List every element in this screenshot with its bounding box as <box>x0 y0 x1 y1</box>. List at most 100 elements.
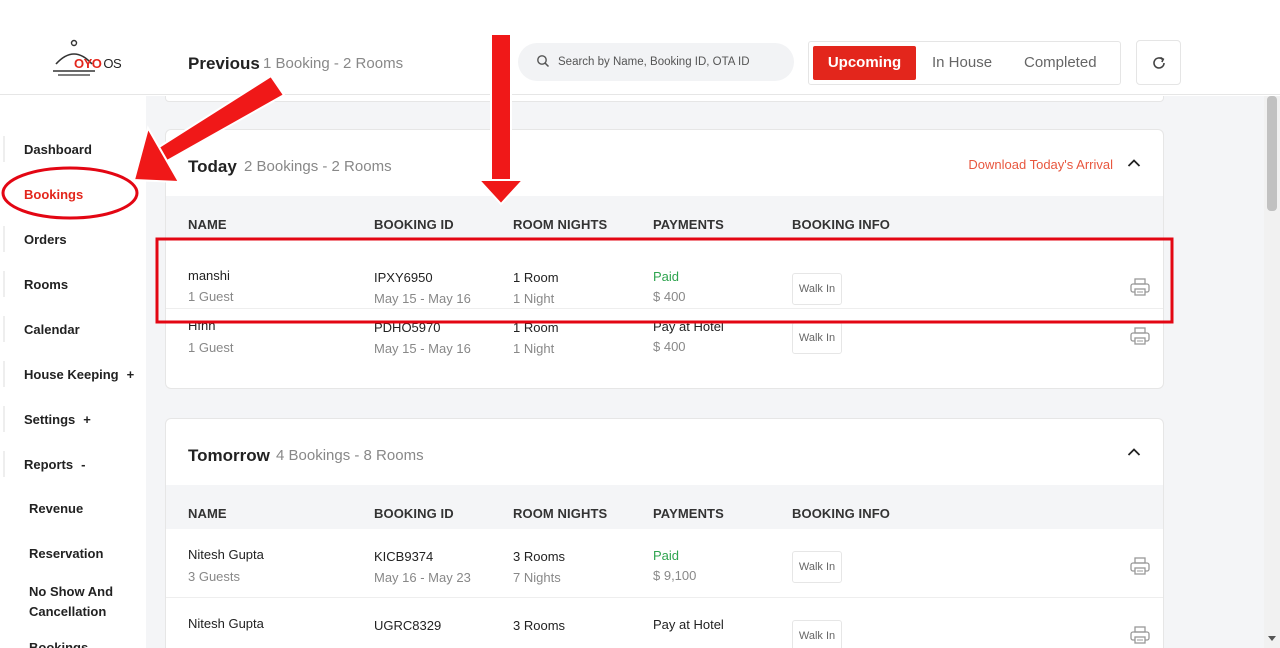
room-count: 1 Room <box>513 320 559 335</box>
payment-status: Paid <box>653 548 680 563</box>
nav-indicator <box>3 226 5 252</box>
sidebar-item-label: Reports <box>24 457 74 472</box>
scrollbar-thumb[interactable] <box>1267 96 1277 211</box>
main-content: Today 2 Bookings - 2 Rooms Download Toda… <box>146 96 1280 648</box>
table-header: NAME BOOKING ID ROOM NIGHTS PAYMENTS BOO… <box>166 196 1163 240</box>
column-booking-id: BOOKING ID <box>374 217 454 232</box>
payment-status: Pay at Hotel <box>653 319 724 334</box>
card-header[interactable]: Tomorrow 4 Bookings - 8 Rooms <box>166 419 1163 485</box>
booking-id: KICB9374 <box>374 549 434 564</box>
card-title: Today <box>188 157 237 176</box>
column-booking-info: BOOKING INFO <box>792 506 890 521</box>
table-row[interactable]: manshi 1 Guest IPXY6950 May 15 - May 16 … <box>166 240 1163 309</box>
printer-icon[interactable] <box>1130 278 1150 296</box>
table-row[interactable]: Nitesh Gupta UGRC8329 3 Rooms Pay at Hot… <box>166 598 1163 648</box>
logo-suffix: OS <box>103 56 122 71</box>
search-placeholder: Search by Name, Booking ID, OTA ID <box>558 56 750 68</box>
sidebar: Dashboard Bookings Orders Rooms Calendar… <box>0 96 146 648</box>
search-input[interactable]: Search by Name, Booking ID, OTA ID <box>518 43 794 81</box>
booking-id: PDHO5970 <box>374 320 441 335</box>
expand-icon[interactable]: + <box>127 367 135 382</box>
nav-indicator <box>3 406 5 432</box>
table-header: NAME BOOKING ID ROOM NIGHTS PAYMENTS BOO… <box>166 485 1163 529</box>
card-subtitle: 4 Bookings - 8 Rooms <box>276 447 424 464</box>
column-payments: PAYMENTS <box>653 217 724 232</box>
nav-indicator <box>3 316 5 342</box>
search-icon <box>537 55 550 68</box>
room-count: 3 Rooms <box>513 549 566 564</box>
oyo-os-logo[interactable]: OYO OS <box>50 39 130 82</box>
chevron-up-icon[interactable] <box>1127 447 1141 457</box>
sidebar-item-house-keeping[interactable]: House Keeping + <box>24 367 134 382</box>
nav-indicator <box>3 361 5 387</box>
vertical-scrollbar[interactable] <box>1264 96 1280 648</box>
nav-indicator <box>3 271 5 297</box>
guest-name: Hfhh <box>188 318 216 333</box>
collapse-icon[interactable]: - <box>81 457 85 472</box>
expand-icon[interactable]: + <box>83 412 91 427</box>
sidebar-item-rooms[interactable]: Rooms <box>24 277 68 292</box>
top-header: OYO OS Previous 1 Booking - 2 Rooms Searc… <box>0 0 1280 95</box>
status-tabs: Upcoming In House Completed <box>808 41 1121 85</box>
payment-amount: $ 9,100 <box>653 568 697 583</box>
refresh-button[interactable] <box>1136 40 1181 85</box>
guest-count: 1 Guest <box>188 340 234 355</box>
sidebar-subitem-reservation[interactable]: Reservation <box>29 544 103 564</box>
sidebar-subitem-bookings[interactable]: Bookings <box>29 638 88 648</box>
sidebar-item-label: Settings <box>24 412 76 427</box>
printer-icon[interactable] <box>1130 557 1150 575</box>
column-booking-id: BOOKING ID <box>374 506 454 521</box>
walk-in-badge: Walk In <box>792 273 842 305</box>
table-row[interactable]: Hfhh 1 Guest PDHO5970 May 15 - May 16 1 … <box>166 309 1163 378</box>
tab-upcoming[interactable]: Upcoming <box>813 46 916 80</box>
sidebar-item-bookings[interactable]: Bookings <box>24 187 83 202</box>
payment-status: Pay at Hotel <box>653 617 724 632</box>
guest-count: 3 Guests <box>188 569 241 584</box>
sidebar-item-label: House Keeping <box>24 367 119 382</box>
night-count: 1 Night <box>513 291 555 306</box>
printer-icon[interactable] <box>1130 327 1150 345</box>
tab-completed[interactable]: Completed <box>1024 46 1097 80</box>
guest-count: 1 Guest <box>188 289 234 304</box>
night-count: 1 Night <box>513 341 555 356</box>
printer-icon[interactable] <box>1130 626 1150 644</box>
logo-text: OYO OS <box>74 56 122 71</box>
scroll-down-arrow-icon[interactable] <box>1268 636 1276 641</box>
sidebar-subitem-no-show[interactable]: No Show And Cancellation <box>29 582 129 622</box>
room-count: 1 Room <box>513 270 559 285</box>
walk-in-badge: Walk In <box>792 551 842 583</box>
column-name: NAME <box>188 217 227 232</box>
booking-dates: May 15 - May 16 <box>374 341 471 356</box>
booking-id: IPXY6950 <box>374 270 433 285</box>
walk-in-badge: Walk In <box>792 322 842 354</box>
sidebar-item-settings[interactable]: Settings + <box>24 412 91 427</box>
chevron-up-icon[interactable] <box>1127 158 1141 168</box>
tab-in-house[interactable]: In House <box>932 46 992 80</box>
sidebar-item-calendar[interactable]: Calendar <box>24 322 80 337</box>
nav-indicator <box>3 136 5 162</box>
booking-dates: May 16 - May 23 <box>374 570 471 585</box>
download-arrival-link[interactable]: Download Today's Arrival <box>968 157 1113 172</box>
guest-name: Nitesh Gupta <box>188 616 264 631</box>
walk-in-badge: Walk In <box>792 620 842 648</box>
card-header[interactable]: Today 2 Bookings - 2 Rooms Download Toda… <box>166 130 1163 196</box>
column-payments: PAYMENTS <box>653 506 724 521</box>
column-room-nights: ROOM NIGHTS <box>513 506 608 521</box>
sidebar-item-dashboard[interactable]: Dashboard <box>24 142 92 157</box>
page-title: Previous <box>188 54 260 73</box>
booking-dates: May 15 - May 16 <box>374 291 471 306</box>
payment-amount: $ 400 <box>653 289 686 304</box>
column-name: NAME <box>188 506 227 521</box>
column-room-nights: ROOM NIGHTS <box>513 217 608 232</box>
tomorrow-card: Tomorrow 4 Bookings - 8 Rooms NAME BOOKI… <box>165 418 1164 648</box>
night-count: 7 Nights <box>513 570 561 585</box>
sidebar-item-orders[interactable]: Orders <box>24 232 67 247</box>
room-count: 3 Rooms <box>513 618 566 633</box>
sidebar-item-reports[interactable]: Reports - <box>24 457 85 472</box>
nav-indicator <box>3 451 5 477</box>
today-card: Today 2 Bookings - 2 Rooms Download Toda… <box>165 129 1164 389</box>
table-row[interactable]: Nitesh Gupta 3 Guests KICB9374 May 16 - … <box>166 529 1163 598</box>
guest-name: Nitesh Gupta <box>188 547 264 562</box>
booking-id: UGRC8329 <box>374 618 442 633</box>
sidebar-subitem-revenue[interactable]: Revenue <box>29 499 83 519</box>
